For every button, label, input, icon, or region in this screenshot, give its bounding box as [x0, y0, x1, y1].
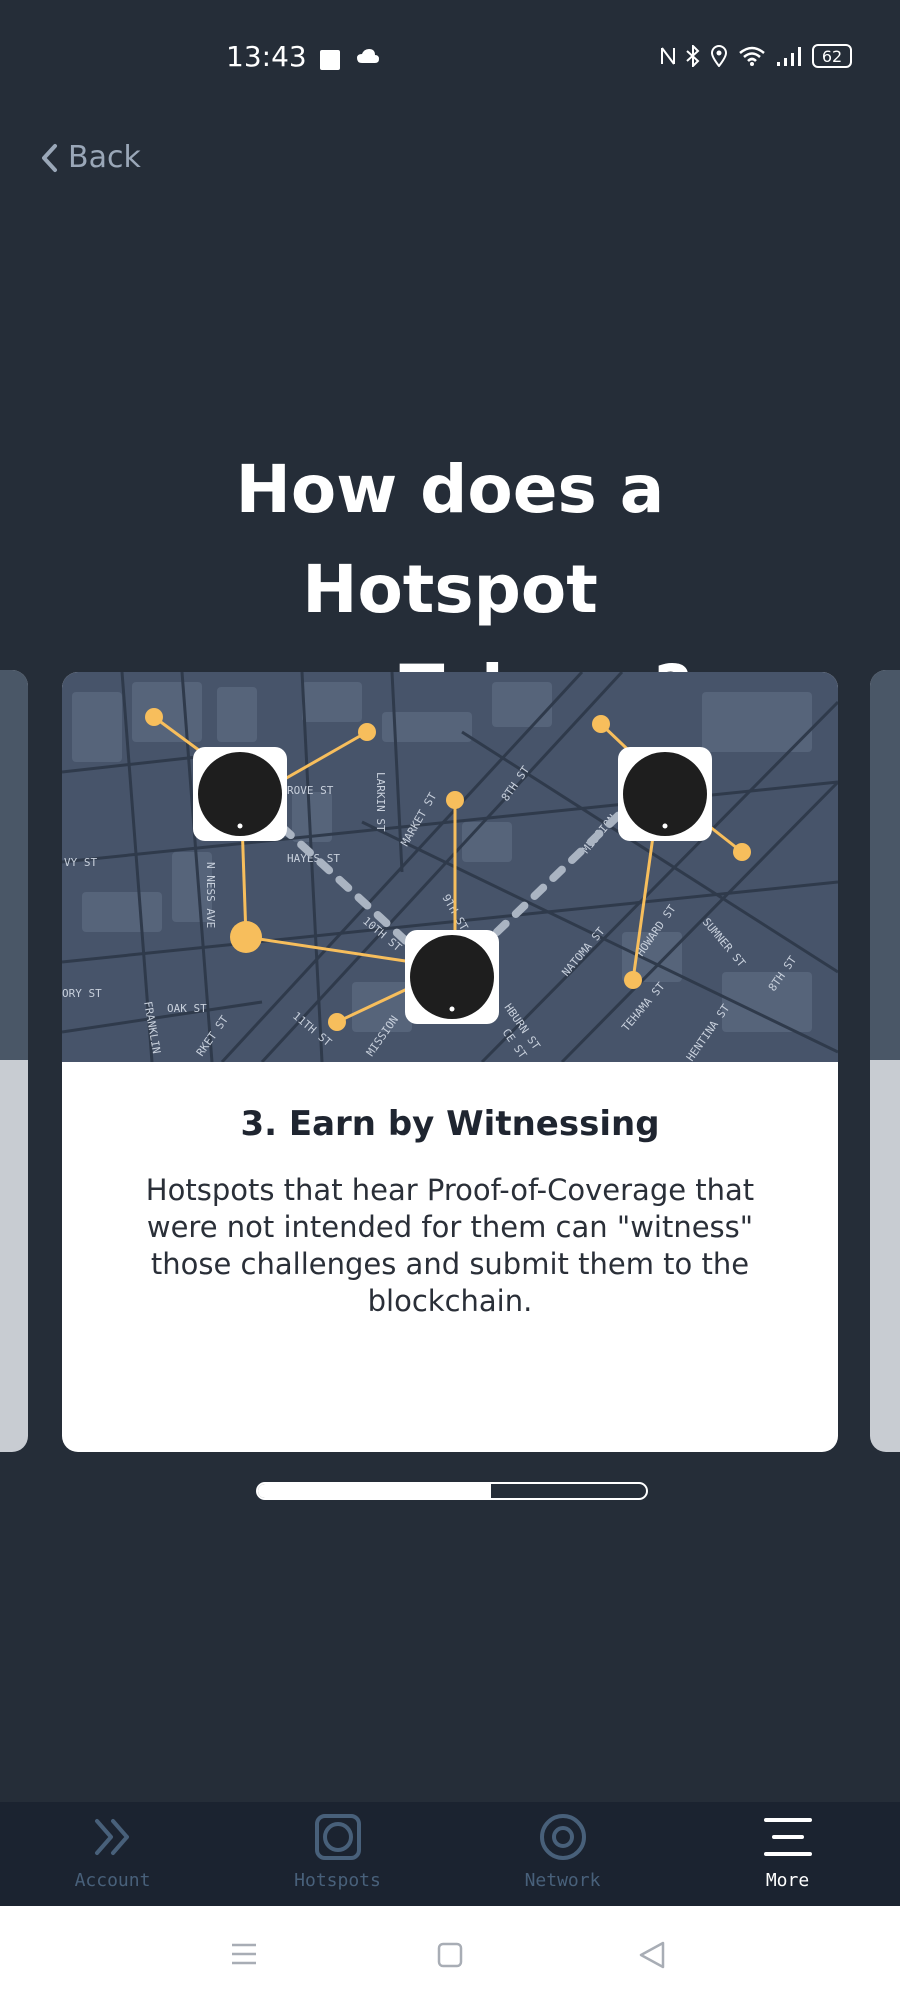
street-label: 11TH ST — [290, 1009, 334, 1049]
street-label: N NESS AVE — [204, 862, 217, 928]
street-label: VY ST — [64, 856, 97, 869]
cloud-icon — [357, 49, 379, 63]
tab-network[interactable]: Network — [450, 1802, 675, 1906]
previous-card-map — [0, 670, 28, 1060]
tab-label: Account — [74, 1870, 151, 1891]
signal-icon — [777, 47, 801, 66]
street-label: OAK ST — [167, 1002, 207, 1015]
title-line-1: How does a Hotspot — [235, 451, 665, 628]
tab-account[interactable]: Account — [0, 1802, 225, 1906]
back-label: Back — [68, 140, 141, 175]
nfc-icon — [661, 47, 675, 65]
map-svg: ROVE ST LARKIN ST HAYES ST MARKET ST 9TH… — [62, 672, 838, 1064]
back-button[interactable]: Back — [40, 140, 141, 175]
street-label: SUMNER ST — [700, 916, 749, 970]
street-label: ORY ST — [62, 987, 102, 1000]
hotspot-icon — [314, 1814, 361, 1860]
status-time: 13:43 — [226, 40, 307, 73]
recent-apps-icon[interactable] — [230, 1942, 258, 1966]
street-label: TEHAMA ST — [619, 980, 668, 1034]
street-label: NATOMA ST — [559, 925, 608, 979]
bluetooth-icon — [686, 45, 700, 67]
battery-icon: 62 — [812, 44, 852, 68]
chevrons-right-icon — [94, 1819, 129, 1855]
back-triangle-icon[interactable] — [638, 1940, 666, 1970]
status-icons: 62 — [660, 44, 852, 68]
wifi-icon — [739, 46, 765, 66]
sonos-icon — [320, 50, 340, 70]
menu-icon — [763, 1818, 812, 1856]
tab-more[interactable]: More — [675, 1802, 900, 1906]
carousel-progress — [256, 1482, 648, 1500]
street-label: MARKET ST — [398, 790, 439, 848]
tab-hotspots[interactable]: Hotspots — [225, 1802, 450, 1906]
slide-card: ROVE ST LARKIN ST HAYES ST MARKET ST 9TH… — [62, 672, 838, 1452]
location-icon — [710, 45, 728, 67]
tab-label: More — [765, 1870, 810, 1891]
street-label: LARKIN ST — [374, 772, 387, 832]
hotspot-device-icon — [618, 747, 712, 841]
street-label: 8TH ST — [499, 763, 533, 803]
card-title: 3. Earn by Witnessing — [240, 1104, 660, 1144]
previous-card[interactable] — [0, 670, 28, 1452]
tab-label: Network — [524, 1870, 601, 1891]
card-description: Hotspots that hear Proof-of-Coverage tha… — [145, 1173, 755, 1318]
status-bar: 13:43 62 — [0, 0, 900, 120]
hotspot-device-icon — [405, 930, 499, 1024]
battery-level: 62 — [821, 46, 843, 66]
tab-label: Hotspots — [294, 1870, 381, 1891]
bottom-tab-bar: Account Hotspots Network More — [0, 1802, 900, 1906]
hotspot-device-icon — [193, 747, 287, 841]
system-navigation-bar — [0, 1906, 900, 2000]
next-card-map — [870, 670, 900, 1060]
chevron-left-icon — [42, 143, 57, 172]
map-illustration: ROVE ST LARKIN ST HAYES ST MARKET ST 9TH… — [62, 672, 838, 1064]
street-label: FRANKLIN — [141, 1000, 163, 1054]
target-icon — [539, 1814, 586, 1860]
street-label: ROVE ST — [287, 784, 334, 797]
carousel-progress-fill — [258, 1484, 491, 1498]
next-card[interactable] — [870, 670, 900, 1452]
home-icon[interactable] — [437, 1942, 463, 1968]
